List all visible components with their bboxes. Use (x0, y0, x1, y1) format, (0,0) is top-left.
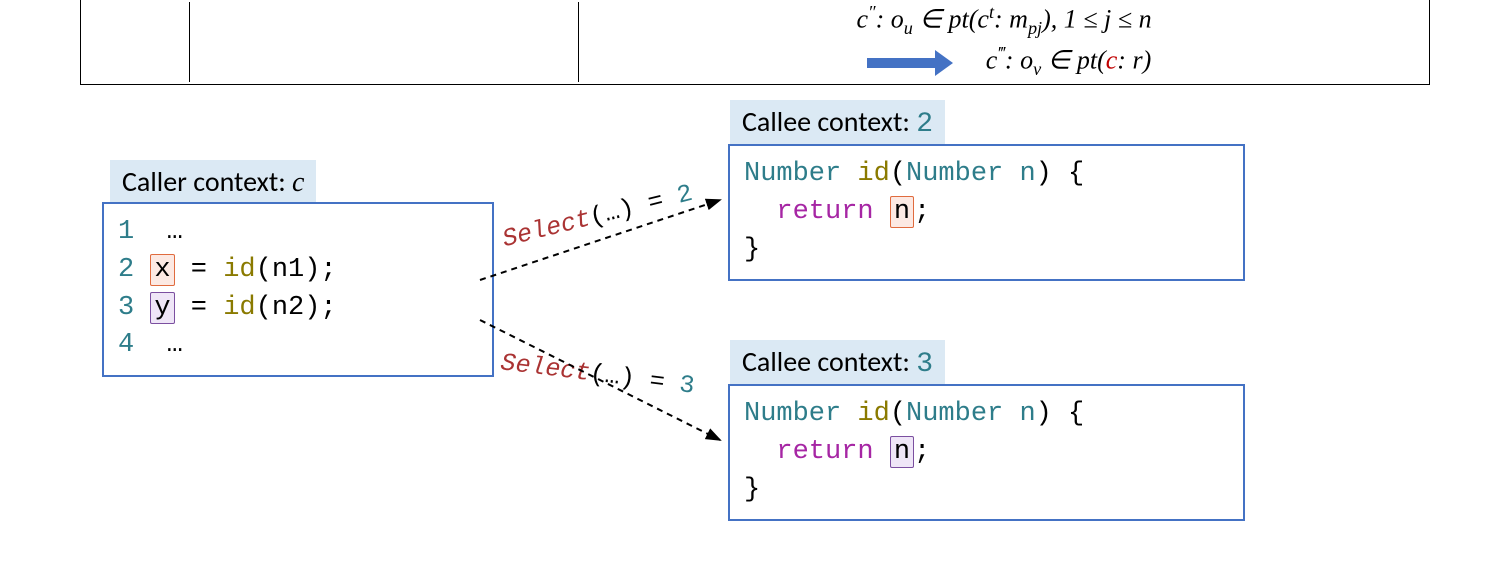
select-label-2: Select(…) = 3 (499, 348, 696, 401)
callee-code-2: Number id(Number n) { return n; } (728, 384, 1245, 521)
caller-context-label: Caller context: c (110, 160, 316, 203)
rule-premise: c″: ou ∈ pt(ct: mpj), 1 ≤ j ≤ n (589, 2, 1419, 39)
var-y: y (150, 292, 174, 324)
ret-n-2: n (890, 436, 914, 468)
context-diagram: Caller context: c 1 … 2 x = id(n1); 3 y … (90, 100, 1420, 580)
rule-conclusion: c‴: ov ∈ pt(c: r) (589, 43, 1419, 80)
var-x: x (150, 254, 174, 286)
select-label-1: Select(…) = 2 (499, 179, 695, 254)
callee-context-1-label: Callee context: 2 (730, 100, 945, 144)
ret-n-1: n (890, 196, 914, 228)
implies-arrow-icon (867, 58, 937, 68)
rule-table: c″: ou ∈ pt(ct: mpj), 1 ≤ j ≤ n c‴: ov ∈… (80, 0, 1430, 85)
callee-code-1: Number id(Number n) { return n; } (728, 144, 1245, 281)
callee-context-2-label: Callee context: 3 (730, 340, 945, 384)
caller-code: 1 … 2 x = id(n1); 3 y = id(n2); 4 … (102, 202, 494, 377)
